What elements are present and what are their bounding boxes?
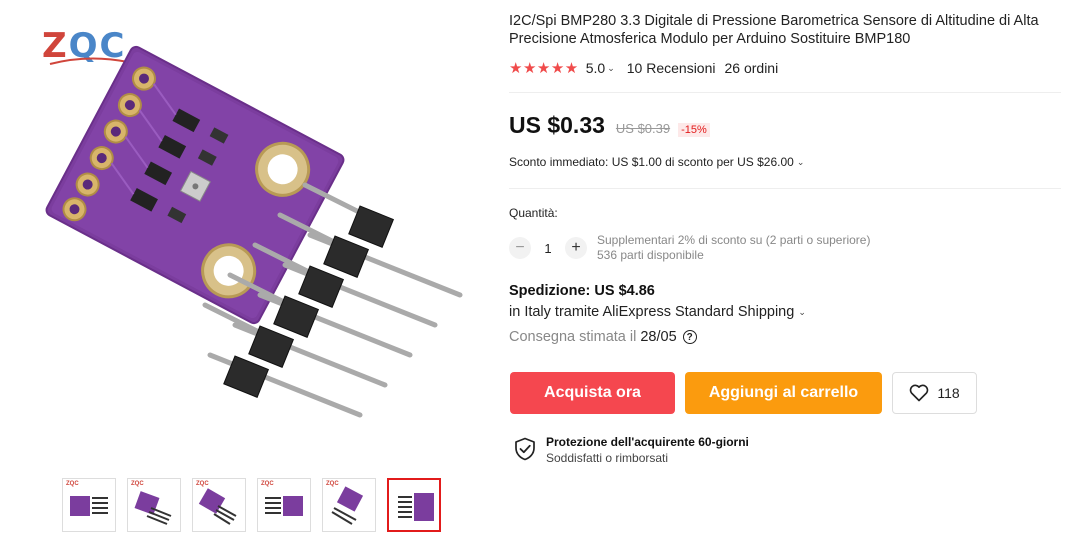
shipping-cost: Spedizione: US $4.86	[509, 283, 655, 299]
wishlist-count: 118	[937, 385, 960, 401]
shield-check-icon	[515, 437, 535, 461]
thumbnail-image	[134, 491, 172, 525]
delivery-estimate: Consegna stimata il 28/05 ?	[509, 329, 697, 345]
add-to-cart-button[interactable]: Aggiungi al carrello	[685, 372, 882, 414]
extra-discount-text: Supplementari 2% di sconto su (2 parti o…	[597, 233, 871, 247]
current-price: US $0.33	[509, 112, 605, 138]
wishlist-button[interactable]: 118	[892, 372, 977, 414]
chevron-down-icon[interactable]: ⌄	[607, 63, 615, 74]
quantity-stepper: − 1 + Supplementari 2% di sconto su (2 p…	[509, 233, 870, 263]
thumbnail-image	[398, 493, 434, 521]
buyer-protection: Protezione dell'acquirente 60-giorni Sod…	[514, 435, 749, 465]
quantity-info: Supplementari 2% di sconto su (2 parti o…	[597, 233, 870, 263]
increment-button[interactable]: +	[565, 237, 587, 259]
discount-badge: -15%	[678, 123, 710, 137]
rating-row: ★★★★★ 5.0 ⌄ 10 Recensioni 26 ordini	[509, 59, 778, 77]
thumbnail-strip: ZQC ZQC ZQC ZQC ZQC	[62, 478, 441, 532]
product-gallery: ZQC ZQC ZQC ZQC ZQC ZQC	[0, 0, 500, 549]
buy-now-button[interactable]: Acquista ora	[510, 372, 675, 414]
instant-discount[interactable]: Sconto immediato: US $1.00 di sconto per…	[509, 155, 816, 169]
thumbnail-6-active[interactable]	[387, 478, 441, 532]
divider	[509, 188, 1061, 189]
protection-subtitle: Soddisfatti o rimborsati	[546, 451, 669, 465]
thumbnail-image	[331, 486, 364, 525]
divider	[509, 92, 1061, 93]
reviews-link[interactable]: 10 Recensioni	[627, 60, 716, 76]
delivery-label: Consegna stimata il	[509, 329, 637, 345]
decrement-button[interactable]: −	[509, 237, 531, 259]
quantity-value[interactable]: 1	[531, 241, 565, 256]
thumbnail-4[interactable]: ZQC	[257, 478, 311, 532]
rating-value[interactable]: 5.0	[586, 60, 605, 76]
thumbnail-1[interactable]: ZQC	[62, 478, 116, 532]
instant-discount-text: Sconto immediato: US $1.00 di sconto per…	[509, 155, 794, 169]
protection-title: Protezione dell'acquirente 60-giorni	[546, 435, 749, 449]
available-stock: 536 parti disponibile	[597, 248, 704, 262]
thumbnail-image	[70, 496, 108, 516]
product-title: I2C/Spi BMP280 3.3 Digitale di Pressione…	[509, 13, 1039, 47]
orders-count: 26 ordini	[724, 60, 779, 76]
thumbnail-2[interactable]: ZQC	[127, 478, 181, 532]
main-product-image[interactable]	[20, 10, 500, 465]
chevron-down-icon[interactable]: ⌄	[797, 157, 805, 168]
thumbnail-image	[198, 488, 237, 525]
thumbnail-3[interactable]: ZQC	[192, 478, 246, 532]
thumbnail-5[interactable]: ZQC	[322, 478, 376, 532]
star-icon: ★★★★★	[509, 60, 579, 77]
original-price: US $0.39	[615, 121, 671, 136]
price-row: US $0.33 US $0.39 -15%	[509, 112, 710, 139]
shipping-method-text: in Italy tramite AliExpress Standard Shi…	[509, 304, 795, 320]
thumbnail-image	[265, 496, 303, 516]
help-circle-icon[interactable]: ?	[682, 330, 697, 344]
chevron-down-icon[interactable]: ⌄	[798, 307, 806, 318]
delivery-date: 28/05	[640, 329, 677, 345]
shipping-method[interactable]: in Italy tramite AliExpress Standard Shi…	[509, 304, 818, 320]
heart-icon	[910, 384, 929, 402]
quantity-label: Quantità:	[509, 206, 558, 220]
